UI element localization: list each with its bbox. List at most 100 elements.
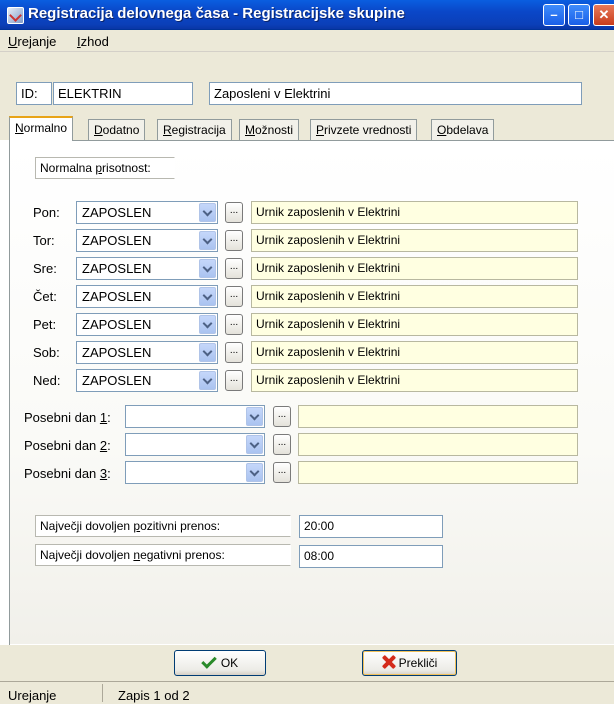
- chevron-down-icon[interactable]: [246, 463, 263, 482]
- day-label: Pon:: [33, 205, 60, 220]
- day-combo[interactable]: ZAPOSLEN: [76, 201, 218, 224]
- label-text: Normalna: [40, 161, 96, 175]
- chevron-down-icon[interactable]: [199, 343, 216, 362]
- positive-transfer-label: Največji dovoljen pozitivni prenos:: [35, 515, 291, 537]
- status-record: Zapis 1 od 2: [118, 688, 190, 703]
- positive-transfer-field[interactable]: 20:00: [299, 515, 443, 538]
- menu-urejanje[interactable]: Urejanje: [8, 34, 56, 49]
- negative-transfer-label: Največji dovoljen negativni prenos:: [35, 544, 291, 566]
- combo-value: ZAPOSLEN: [82, 345, 152, 360]
- chevron-down-icon[interactable]: [199, 203, 216, 222]
- combo-value: ZAPOSLEN: [82, 261, 152, 276]
- tab-text: bdelava: [446, 123, 489, 137]
- browse-button[interactable]: ...: [225, 230, 243, 251]
- menu-text: zhod: [80, 34, 109, 49]
- day-description: Urnik zaposlenih v Elektrini: [251, 285, 578, 308]
- cancel-button[interactable]: Prekliči: [362, 650, 457, 676]
- day-combo[interactable]: ZAPOSLEN: [76, 341, 218, 364]
- maximize-button[interactable]: □: [568, 4, 590, 26]
- special-day-description: [298, 461, 578, 484]
- tab-accel: P: [316, 123, 325, 137]
- tab-text: ormalno: [23, 121, 68, 135]
- label-text: Največji dovoljen: [40, 548, 134, 562]
- combo-value: ZAPOSLEN: [82, 205, 152, 220]
- special-day-combo[interactable]: [125, 405, 265, 428]
- button-bar: [0, 645, 614, 681]
- tab-text: egistracija: [171, 123, 226, 137]
- day-combo[interactable]: ZAPOSLEN: [76, 285, 218, 308]
- x-icon: [382, 655, 396, 669]
- tab-moznosti[interactable]: Možnosti: [239, 119, 300, 140]
- day-description: Urnik zaposlenih v Elektrini: [251, 313, 578, 336]
- browse-button[interactable]: ...: [273, 406, 291, 427]
- ok-button[interactable]: OK: [174, 650, 266, 676]
- browse-button[interactable]: ...: [225, 202, 243, 223]
- special-day-description: [298, 433, 578, 456]
- special-day-description: [298, 405, 578, 428]
- chevron-down-icon[interactable]: [199, 287, 216, 306]
- day-label: Tor:: [33, 233, 55, 248]
- tab-accel: R: [163, 123, 172, 137]
- day-combo[interactable]: ZAPOSLEN: [76, 257, 218, 280]
- close-button[interactable]: ✕: [593, 4, 614, 26]
- special-day-combo[interactable]: [125, 433, 265, 456]
- browse-button[interactable]: ...: [225, 258, 243, 279]
- browse-button[interactable]: ...: [225, 342, 243, 363]
- special-day-combo[interactable]: [125, 461, 265, 484]
- chevron-down-icon[interactable]: [246, 435, 263, 454]
- description-field[interactable]: Zaposleni v Elektrini: [209, 82, 582, 105]
- day-label: Sre:: [33, 261, 57, 276]
- day-label: Sob:: [33, 345, 60, 360]
- browse-button[interactable]: ...: [225, 314, 243, 335]
- browse-button[interactable]: ...: [225, 370, 243, 391]
- tab-text: odatno: [102, 123, 140, 137]
- negative-transfer-field[interactable]: 08:00: [299, 545, 443, 568]
- special-day-label: Posebni dan 3:: [24, 466, 111, 481]
- status-bar: [0, 681, 614, 704]
- browse-button[interactable]: ...: [273, 462, 291, 483]
- combo-value: ZAPOSLEN: [82, 317, 152, 332]
- day-description: Urnik zaposlenih v Elektrini: [251, 201, 578, 224]
- chevron-down-icon[interactable]: [199, 259, 216, 278]
- special-day-label: Posebni dan 2:: [24, 438, 111, 453]
- combo-value: ZAPOSLEN: [82, 373, 152, 388]
- tab-normalno[interactable]: Normalno: [9, 116, 74, 141]
- chevron-down-icon[interactable]: [199, 371, 216, 390]
- minimize-button[interactable]: –: [543, 4, 565, 26]
- tab-accel: O: [437, 123, 447, 137]
- combo-value: ZAPOSLEN: [82, 233, 152, 248]
- label-text: :: [107, 410, 111, 425]
- chevron-down-icon[interactable]: [246, 407, 263, 426]
- id-field[interactable]: ELEKTRIN: [53, 82, 193, 105]
- day-label: Pet:: [33, 317, 57, 332]
- chevron-down-icon[interactable]: [199, 315, 216, 334]
- label-text: :: [107, 438, 111, 453]
- tab-dodatno[interactable]: Dodatno: [88, 119, 146, 140]
- tab-obdelava[interactable]: Obdelava: [431, 119, 495, 140]
- chevron-down-icon[interactable]: [199, 231, 216, 250]
- id-label: ID:: [16, 82, 52, 105]
- app-icon[interactable]: [7, 7, 24, 24]
- label-text: Posebni dan: [24, 466, 100, 481]
- tab-privzete-vrednosti[interactable]: Privzete vrednosti: [310, 119, 418, 140]
- ok-label: OK: [220, 656, 239, 670]
- browse-button[interactable]: ...: [273, 434, 291, 455]
- day-combo[interactable]: ZAPOSLEN: [76, 313, 218, 336]
- day-combo[interactable]: ZAPOSLEN: [76, 369, 218, 392]
- browse-button[interactable]: ...: [225, 286, 243, 307]
- label-text: Največji dovoljen: [40, 519, 134, 533]
- label-text: egativni prenos:: [140, 548, 225, 562]
- window-title: Registracija delovnega časa - Registraci…: [28, 5, 405, 22]
- check-icon: [201, 653, 217, 669]
- menu-izhod[interactable]: Izhod: [77, 34, 109, 49]
- day-description: Urnik zaposlenih v Elektrini: [251, 257, 578, 280]
- tab-accel: M: [245, 123, 255, 137]
- day-combo[interactable]: ZAPOSLEN: [76, 229, 218, 252]
- tab-accel: D: [94, 123, 103, 137]
- tab-registracija[interactable]: Registracija: [157, 119, 232, 140]
- label-text: :: [107, 466, 111, 481]
- cancel-label: Prekliči: [398, 656, 438, 670]
- day-label: Ned:: [33, 373, 61, 388]
- day-description: Urnik zaposlenih v Elektrini: [251, 229, 578, 252]
- label-text: Posebni dan: [24, 438, 100, 453]
